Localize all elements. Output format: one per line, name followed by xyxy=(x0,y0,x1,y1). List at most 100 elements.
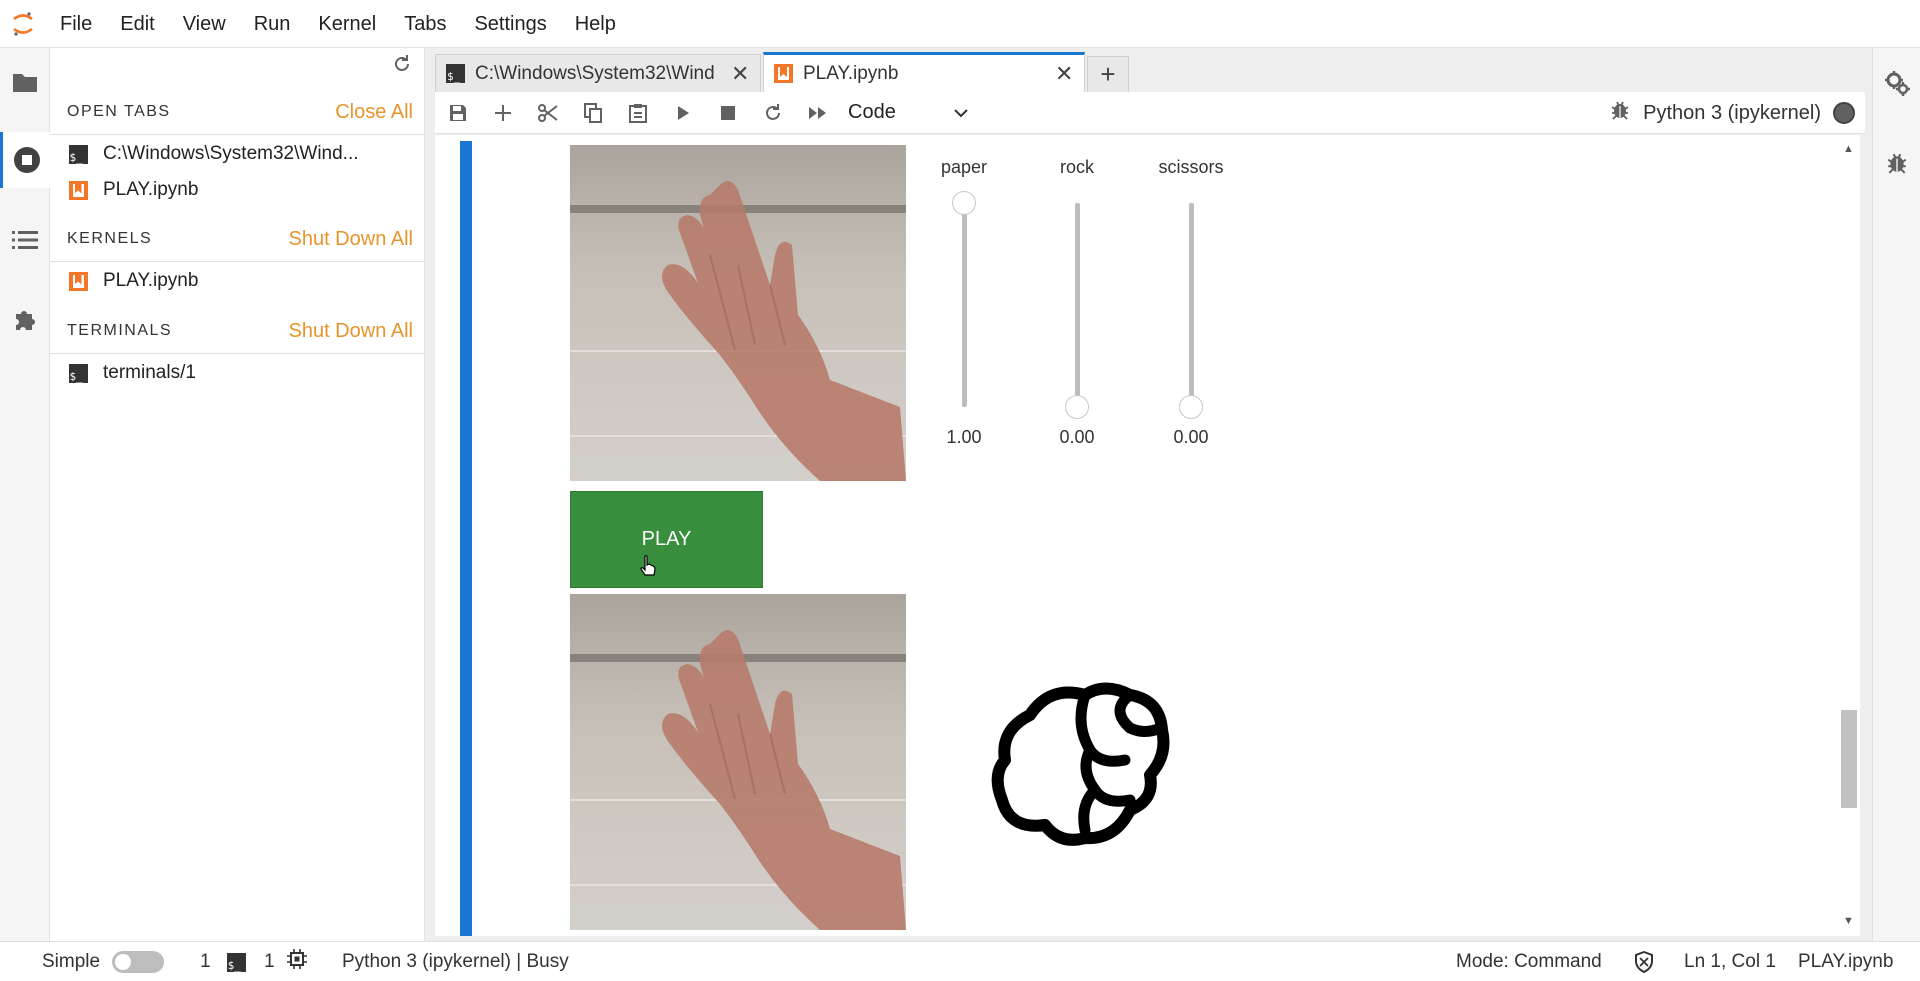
section-title: KERNELS xyxy=(67,230,153,247)
shield-icon[interactable] xyxy=(1634,942,1654,981)
notebook-icon xyxy=(774,64,793,83)
toc-icon[interactable] xyxy=(0,212,50,268)
cpu-chip-icon xyxy=(286,949,307,975)
slider-handle[interactable] xyxy=(1065,395,1089,419)
slider-value: 1.00 xyxy=(946,427,982,447)
play-button[interactable]: PLAY xyxy=(570,491,763,588)
cursor-position[interactable]: Ln 1, Col 1 xyxy=(1684,942,1776,981)
menu-kernel[interactable]: Kernel xyxy=(304,0,390,48)
terminal-icon: $_ xyxy=(67,143,89,165)
terminals-header: TERMINALS Shut Down All xyxy=(67,317,413,345)
slider-handle[interactable] xyxy=(952,191,976,215)
menu-run[interactable]: Run xyxy=(240,0,305,48)
kernel-name-button[interactable]: Python 3 (ipykernel) xyxy=(1643,102,1821,125)
divider xyxy=(50,261,425,262)
list-item-label: terminals/1 xyxy=(103,362,196,383)
menu-settings[interactable]: Settings xyxy=(460,0,560,48)
paste-icon[interactable] xyxy=(615,92,660,134)
document-tab-bar: $_ C:\Windows\System32\Wind ✕ PLAY.ipynb… xyxy=(435,52,1129,92)
debugger-icon[interactable] xyxy=(1873,138,1920,188)
cell-type-select[interactable]: Code xyxy=(848,101,968,124)
cut-icon[interactable] xyxy=(525,92,570,134)
slider-track xyxy=(962,203,967,407)
tab-terminal[interactable]: $_ C:\Windows\System32\Wind ✕ xyxy=(435,54,761,92)
kernels-header: KERNELS Shut Down All xyxy=(67,225,413,253)
close-icon[interactable]: ✕ xyxy=(1055,61,1074,87)
menu-file[interactable]: File xyxy=(46,0,106,48)
scrollbar-thumb[interactable] xyxy=(1841,710,1857,808)
tab-play-notebook[interactable]: PLAY.ipynb ✕ xyxy=(763,52,1085,92)
add-cell-icon[interactable] xyxy=(480,92,525,134)
notebook-toolbar: Code Python 3 (ipykernel) xyxy=(435,92,1865,134)
menu-bar: File Edit View Run Kernel Tabs Settings … xyxy=(0,0,1920,48)
extension-icon[interactable] xyxy=(0,292,50,348)
slider-value: 0.00 xyxy=(1173,427,1209,447)
run-icon[interactable] xyxy=(660,92,705,134)
stop-icon[interactable] xyxy=(705,92,750,134)
chevron-down-icon xyxy=(954,101,968,124)
kernel-area: Python 3 (ipykernel) xyxy=(1611,92,1865,134)
fast-forward-icon[interactable] xyxy=(795,92,840,134)
list-item-label: C:\Windows\System32\Wind... xyxy=(103,143,359,164)
scroll-down-icon[interactable]: ▼ xyxy=(1843,915,1854,927)
kernel-status-text[interactable]: Python 3 (ipykernel) | Busy xyxy=(342,942,569,981)
kernel-busy-indicator xyxy=(1833,102,1855,124)
slider-label: paper xyxy=(940,157,988,177)
save-icon[interactable] xyxy=(435,92,480,134)
active-cell-indicator xyxy=(460,141,472,936)
folder-icon[interactable] xyxy=(0,54,50,110)
tab-label: PLAY.ipynb xyxy=(803,62,899,84)
new-launcher-button[interactable]: + xyxy=(1087,56,1129,92)
refresh-icon[interactable] xyxy=(392,54,412,80)
restart-icon[interactable] xyxy=(750,92,795,134)
simple-mode-label: Simple xyxy=(42,951,101,972)
current-filename: PLAY.ipynb xyxy=(1798,951,1894,972)
open-tabs-header: OPEN TABS Close All xyxy=(67,98,413,126)
paper-slider[interactable]: paper 1.00 xyxy=(919,157,1009,447)
divider xyxy=(50,134,425,135)
running-sessions-panel: OPEN TABS Close All $_ C:\Windows\System… xyxy=(50,48,425,941)
copy-icon[interactable] xyxy=(570,92,615,134)
left-activity-bar xyxy=(0,48,50,941)
shut-down-all-terminals-button[interactable]: Shut Down All xyxy=(288,320,413,343)
menu-tabs[interactable]: Tabs xyxy=(390,0,460,48)
notebook-content: paper 1.00 rock 0.00 scissors 0.00 PLAY xyxy=(435,135,1843,936)
slider-label: scissors xyxy=(1158,157,1224,177)
simple-mode-toggle-group: Simple xyxy=(42,942,165,981)
hand-cursor-icon xyxy=(640,555,656,583)
close-all-button[interactable]: Close All xyxy=(335,101,413,124)
slider-track xyxy=(1189,203,1194,407)
property-inspector-icon[interactable] xyxy=(1873,58,1920,108)
notebook-icon xyxy=(67,179,89,201)
bug-icon[interactable] xyxy=(1611,100,1629,126)
rock-fist-icon xyxy=(990,680,1175,856)
kernel-item[interactable]: PLAY.ipynb xyxy=(67,265,198,297)
scissors-slider[interactable]: scissors 0.00 xyxy=(1146,157,1236,447)
jupyter-logo-icon xyxy=(0,0,46,48)
mode-indicator: Mode: Command xyxy=(1456,951,1602,972)
tab-label: C:\Windows\System32\Wind xyxy=(475,62,715,84)
simple-mode-toggle[interactable] xyxy=(112,951,165,973)
slider-value: 0.00 xyxy=(1059,427,1095,447)
menu-help[interactable]: Help xyxy=(561,0,630,48)
shut-down-all-kernels-button[interactable]: Shut Down All xyxy=(288,228,413,251)
close-icon[interactable]: ✕ xyxy=(731,61,750,87)
terminal-icon: $_ xyxy=(446,64,465,83)
slider-track xyxy=(1075,203,1080,407)
terminal-count-group[interactable]: 1 $_ xyxy=(200,942,246,981)
scroll-up-icon[interactable]: ▲ xyxy=(1843,143,1854,155)
open-tab-item[interactable]: $_ C:\Windows\System32\Wind... xyxy=(67,138,359,170)
right-activity-bar xyxy=(1872,48,1920,941)
webcam-image-capture xyxy=(570,145,906,481)
menu-view[interactable]: View xyxy=(169,0,240,48)
running-icon[interactable] xyxy=(0,132,50,188)
menu-edit[interactable]: Edit xyxy=(106,0,168,48)
notebook-scrollbar[interactable]: ▲ ▼ xyxy=(1838,135,1860,936)
slider-handle[interactable] xyxy=(1179,395,1203,419)
divider xyxy=(50,353,425,354)
kernel-count-group[interactable]: 1 xyxy=(264,942,307,981)
rock-slider[interactable]: rock 0.00 xyxy=(1032,157,1122,447)
terminal-item[interactable]: $_ terminals/1 xyxy=(67,357,196,389)
cell-type-value: Code xyxy=(848,101,896,123)
open-tab-item[interactable]: PLAY.ipynb xyxy=(67,174,198,206)
